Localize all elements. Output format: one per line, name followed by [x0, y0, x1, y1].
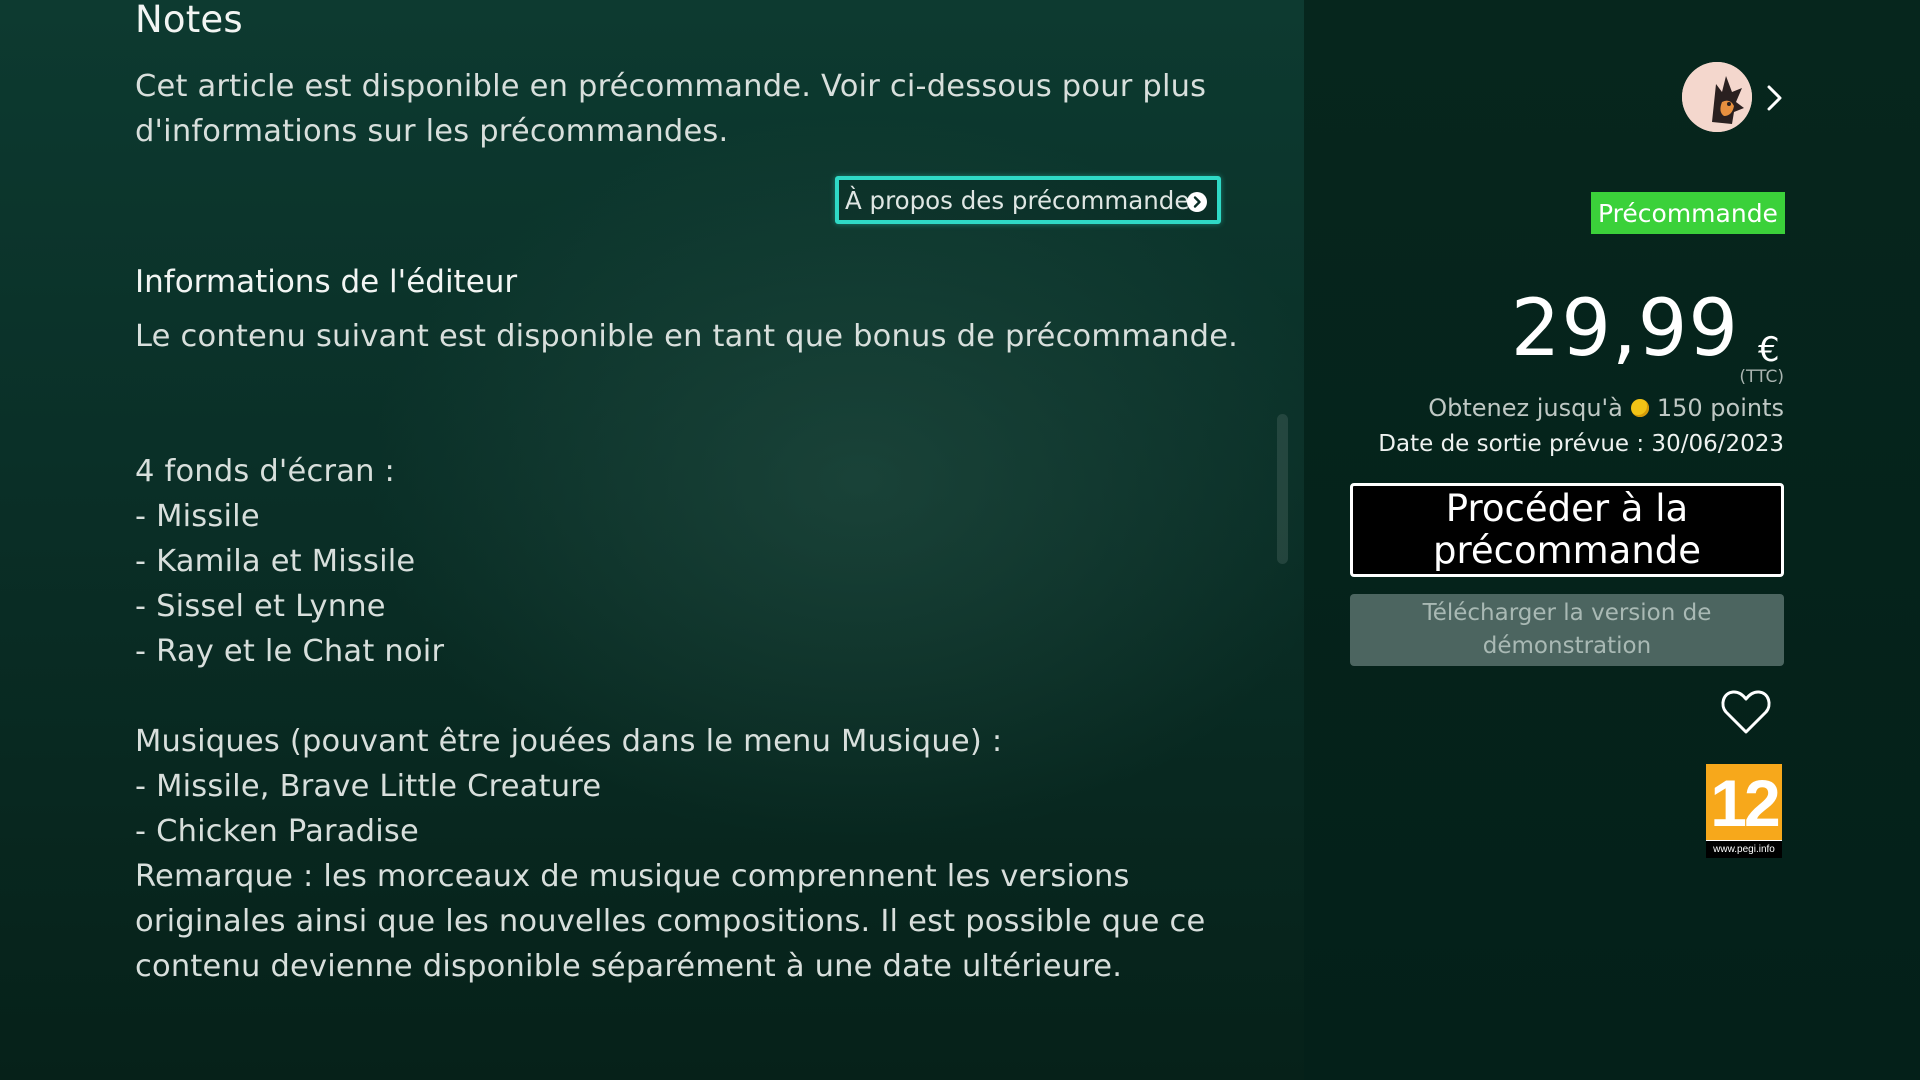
release-date: Date de sortie prévue : 30/06/2023: [1378, 431, 1784, 457]
price-currency: €: [1758, 330, 1780, 370]
price-value: 29,99: [1510, 284, 1739, 374]
music-line: originales ainsi que les nouvelles compo…: [135, 904, 1206, 939]
music-line: Musiques (pouvant être jouées dans le me…: [135, 724, 1003, 759]
publisher-intro: Le contenu suivant est disponible en tan…: [135, 319, 1239, 354]
notes-line-2: d'informations sur les précommandes.: [135, 114, 729, 149]
circle-arrow-icon: [1187, 192, 1207, 212]
music-line: contenu devienne disponible séparément à…: [135, 949, 1123, 984]
eshop-product-page: Notes Cet article est disponible en préc…: [0, 0, 1920, 1080]
gold-coin-icon: [1630, 399, 1649, 417]
preorder-badge: Précommande: [1591, 192, 1785, 234]
user-avatar[interactable]: [1682, 62, 1752, 132]
music-line: - Missile, Brave Little Creature: [135, 769, 602, 804]
download-demo-button[interactable]: Télécharger la version de démonstration: [1350, 594, 1784, 666]
music-line: - Chicken Paradise: [135, 814, 419, 849]
pegi-url: www.pegi.info: [1706, 841, 1782, 858]
about-preorders-label: À propos des précommandes: [845, 185, 1203, 215]
wallpapers-line: - Sissel et Lynne: [135, 589, 386, 624]
publisher-info-heading: Informations de l'éditeur: [135, 264, 518, 300]
proceed-preorder-button[interactable]: Procéder à la précommande: [1350, 483, 1784, 577]
notes-line-1: Cet article est disponible en précommand…: [135, 69, 1207, 104]
points-info: Obtenez jusqu'à 150 points: [1428, 394, 1784, 422]
wallpapers-line: 4 fonds d'écran :: [135, 454, 395, 489]
heart-icon[interactable]: [1720, 688, 1772, 736]
description-scrollbar[interactable]: [1277, 414, 1288, 564]
wallpapers-line: - Kamila et Missile: [135, 544, 416, 579]
music-line: Remarque : les morceaux de musique compr…: [135, 859, 1130, 894]
description-panel[interactable]: Notes Cet article est disponible en préc…: [0, 0, 1304, 1080]
pegi-age: 12: [1706, 764, 1782, 840]
chevron-right-icon[interactable]: [1765, 84, 1785, 112]
pegi-rating-badge: 12 www.pegi.info: [1706, 764, 1782, 858]
notes-heading: Notes: [135, 0, 243, 41]
avatar-character-icon: [1682, 62, 1752, 132]
points-value: 150 points: [1656, 394, 1784, 422]
wallpapers-line: - Missile: [135, 499, 260, 534]
points-prefix: Obtenez jusqu'à: [1428, 394, 1623, 422]
about-preorders-button[interactable]: À propos des précommandes: [835, 176, 1221, 224]
tax-note: (TTC): [1739, 367, 1784, 387]
wallpapers-line: - Ray et le Chat noir: [135, 634, 445, 669]
